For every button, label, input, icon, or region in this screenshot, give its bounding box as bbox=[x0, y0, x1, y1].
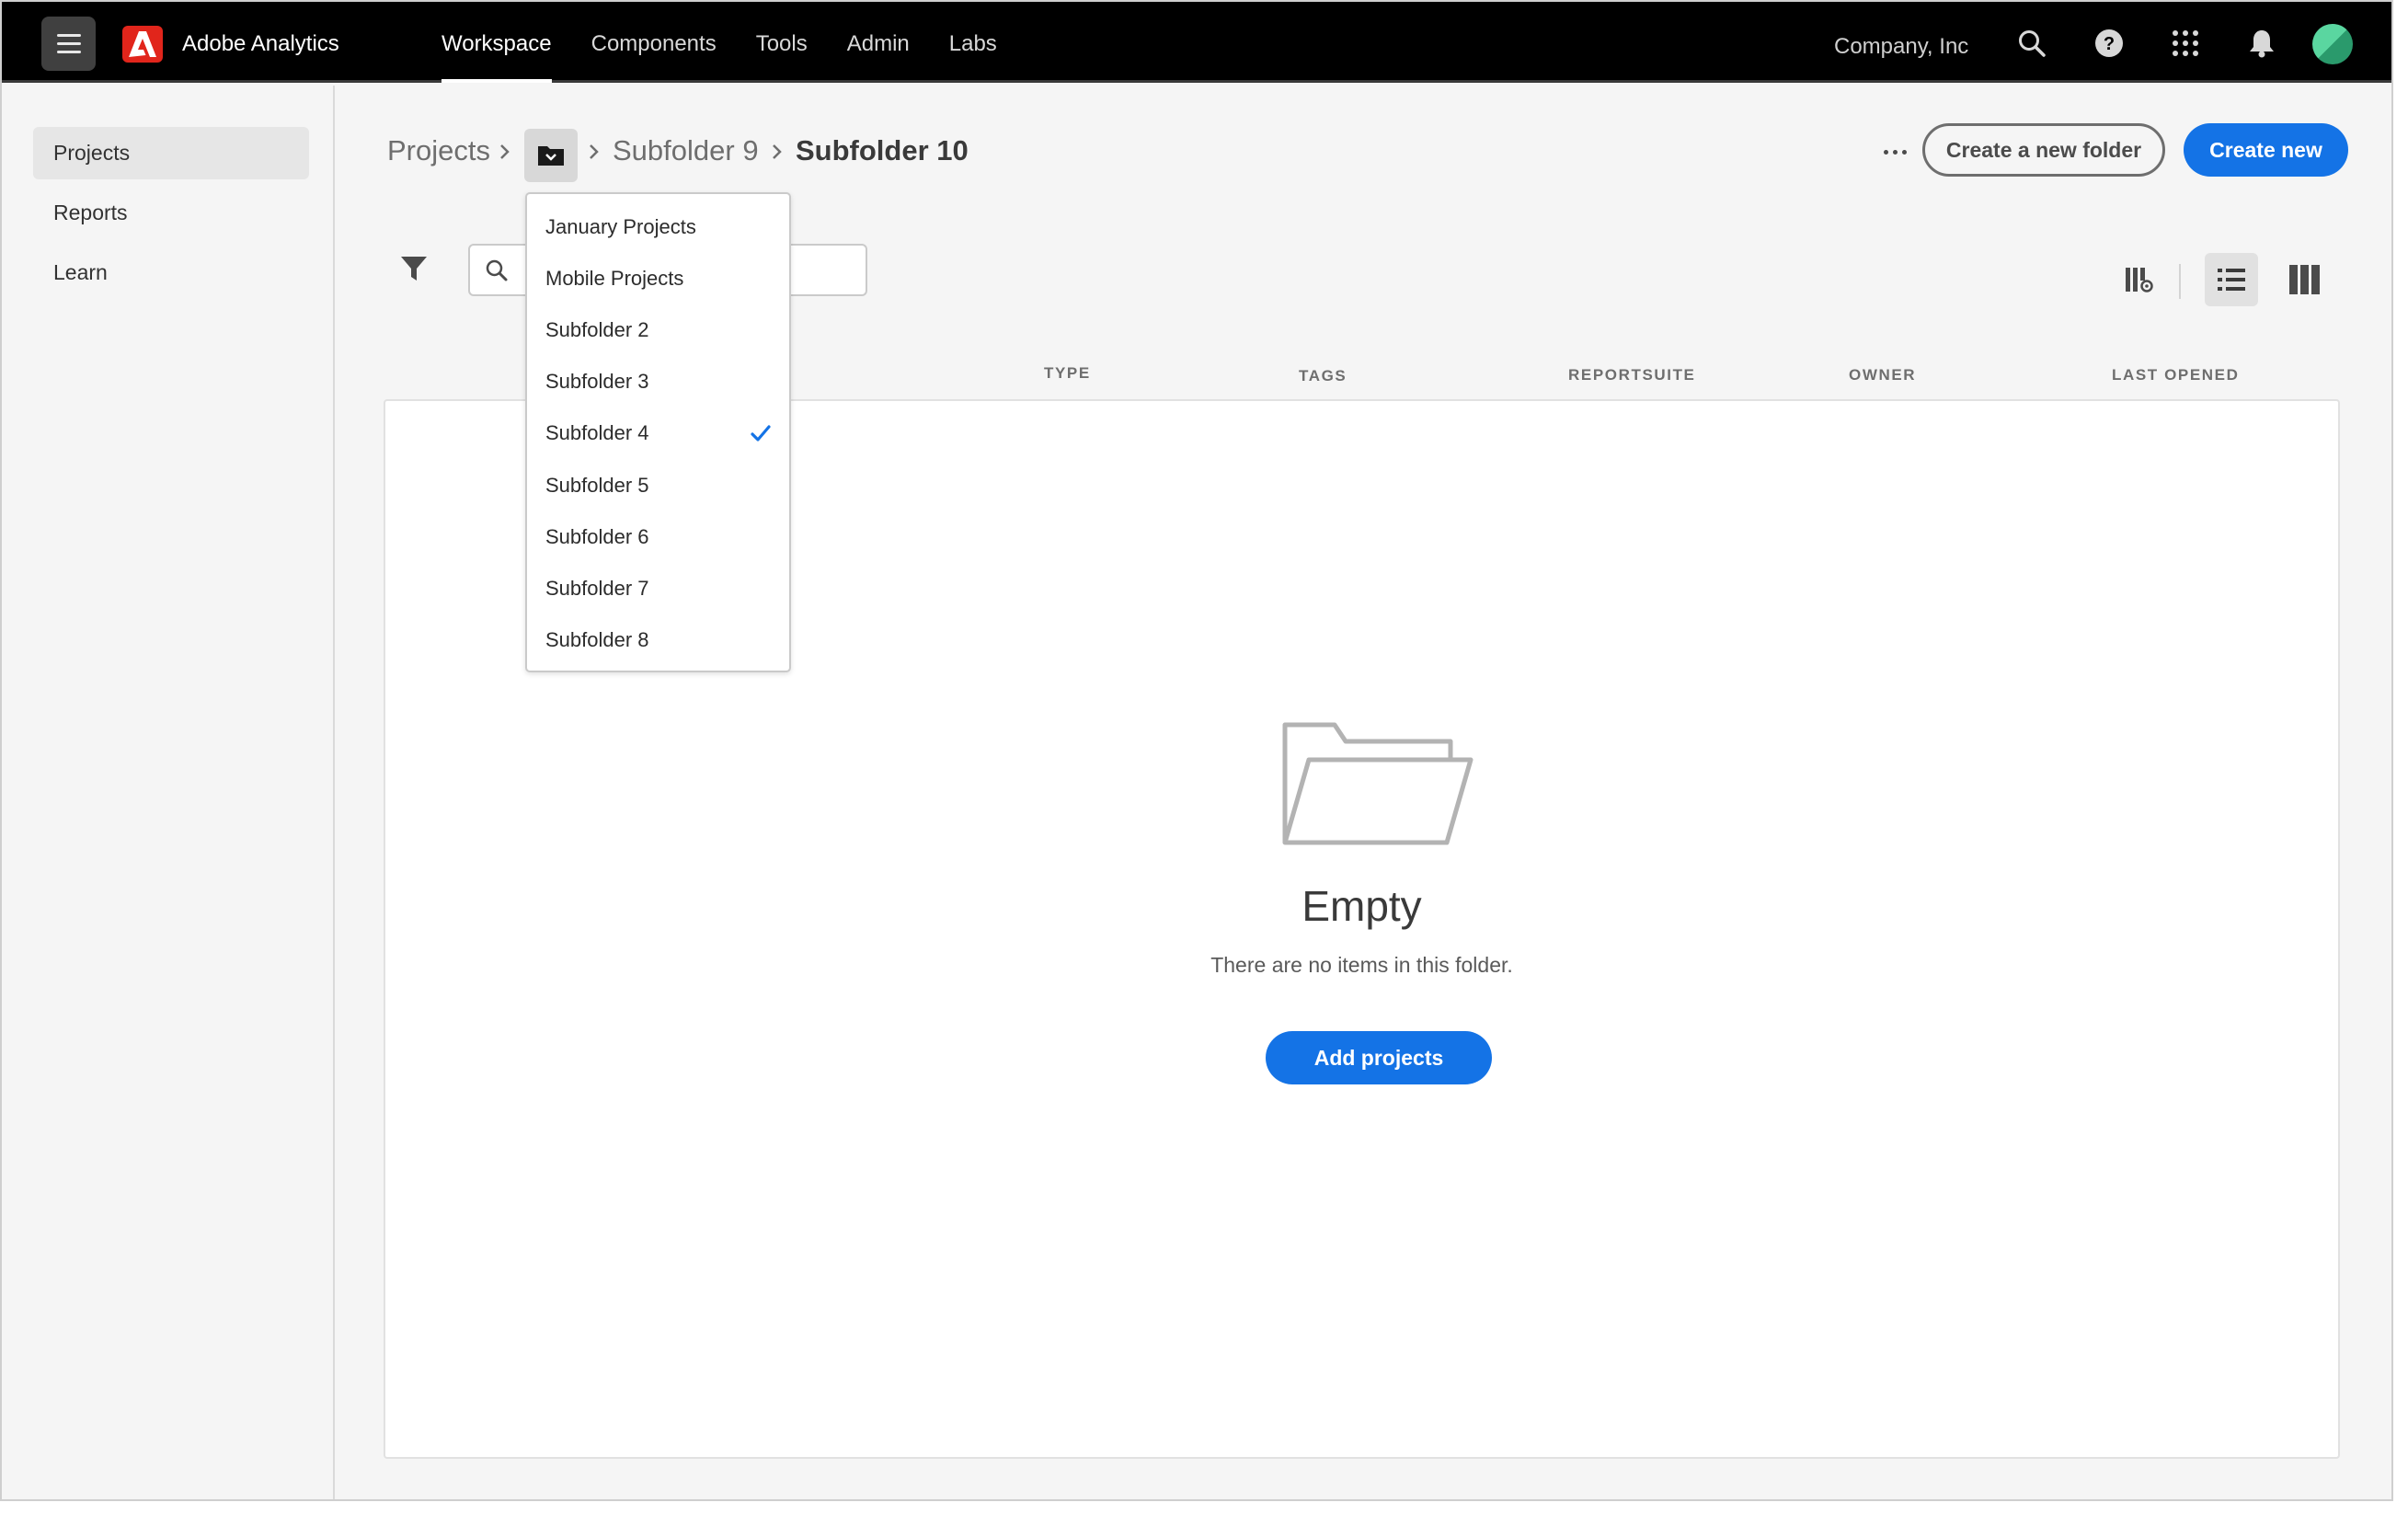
menu-item-label: January Projects bbox=[545, 215, 696, 238]
list-view-icon[interactable] bbox=[2205, 253, 2258, 306]
page-bottom-margin bbox=[0, 1501, 2408, 1514]
svg-text:?: ? bbox=[2104, 34, 2115, 54]
menu-item-january-projects[interactable]: January Projects bbox=[527, 201, 789, 253]
menu-item-label: Mobile Projects bbox=[545, 267, 684, 290]
app-name[interactable]: Adobe Analytics bbox=[182, 31, 339, 57]
menu-item-subfolder-2[interactable]: Subfolder 2 bbox=[527, 304, 789, 356]
column-header-last-opened[interactable]: LAST OPENED bbox=[2112, 366, 2240, 384]
empty-state-message: There are no items in this folder. bbox=[1210, 953, 1513, 977]
folder-dropdown-menu: January Projects Mobile Projects Subfold… bbox=[525, 192, 791, 672]
nav-item-components[interactable]: Components bbox=[591, 2, 717, 83]
sidebar-item-learn[interactable]: Learn bbox=[33, 247, 309, 299]
nav-item-labs[interactable]: Labs bbox=[949, 2, 997, 83]
adobe-logo-icon[interactable] bbox=[122, 26, 163, 63]
menu-item-subfolder-7[interactable]: Subfolder 7 bbox=[527, 563, 789, 614]
help-icon[interactable]: ? bbox=[2092, 26, 2127, 61]
menu-item-subfolder-4[interactable]: Subfolder 4 bbox=[527, 407, 789, 459]
left-sidebar: Projects Reports Learn bbox=[2, 86, 335, 1499]
column-header-reportsuite[interactable]: REPORTSUITE bbox=[1568, 366, 1696, 384]
menu-item-mobile-projects[interactable]: Mobile Projects bbox=[527, 253, 789, 304]
create-new-button[interactable]: Create new bbox=[2184, 123, 2348, 177]
menu-item-subfolder-6[interactable]: Subfolder 6 bbox=[527, 511, 789, 563]
chevron-right-icon bbox=[773, 144, 782, 159]
breadcrumb-current: Subfolder 10 bbox=[796, 134, 969, 166]
bell-icon[interactable] bbox=[2244, 26, 2279, 61]
chevron-right-icon bbox=[500, 144, 510, 159]
filter-icon[interactable] bbox=[399, 254, 429, 283]
column-view-icon[interactable] bbox=[2277, 253, 2331, 306]
folder-chevron-down-icon bbox=[538, 146, 564, 166]
view-separator bbox=[2179, 264, 2181, 299]
menu-item-label: Subfolder 7 bbox=[545, 577, 649, 600]
avatar[interactable] bbox=[2312, 24, 2353, 64]
apps-grid-icon[interactable] bbox=[2168, 26, 2203, 61]
column-header-tags[interactable]: TAGS bbox=[1299, 367, 1347, 385]
search-icon[interactable] bbox=[2014, 26, 2049, 61]
nav-item-tools[interactable]: Tools bbox=[756, 2, 808, 83]
chevron-right-icon bbox=[590, 144, 599, 159]
menu-item-subfolder-8[interactable]: Subfolder 8 bbox=[527, 614, 789, 666]
checkmark-icon bbox=[751, 425, 771, 442]
folder-dropdown-button[interactable] bbox=[524, 129, 578, 182]
column-header-type[interactable]: TYPE bbox=[1044, 364, 1091, 383]
empty-state-title: Empty bbox=[1301, 882, 1422, 930]
top-nav-bar: Adobe Analytics Workspace Components Too… bbox=[2, 2, 2391, 83]
column-header-owner[interactable]: OWNER bbox=[1849, 366, 1916, 384]
app-window: Adobe Analytics Workspace Components Too… bbox=[0, 0, 2393, 1501]
customize-columns-icon[interactable] bbox=[2113, 253, 2166, 306]
menu-item-label: Subfolder 5 bbox=[545, 474, 649, 497]
org-switcher[interactable]: Company, Inc bbox=[1834, 34, 1968, 60]
menu-item-label: Subfolder 4 bbox=[545, 421, 649, 444]
nav-item-admin[interactable]: Admin bbox=[847, 2, 910, 83]
create-folder-button[interactable]: Create a new folder bbox=[1922, 123, 2165, 177]
menu-item-label: Subfolder 6 bbox=[545, 525, 649, 548]
nav-item-workspace[interactable]: Workspace bbox=[441, 2, 552, 83]
sidebar-item-reports[interactable]: Reports bbox=[33, 187, 309, 239]
menu-item-subfolder-3[interactable]: Subfolder 3 bbox=[527, 356, 789, 407]
breadcrumb-parent[interactable]: Subfolder 9 bbox=[613, 134, 759, 167]
menu-item-subfolder-5[interactable]: Subfolder 5 bbox=[527, 460, 789, 511]
menu-item-label: Subfolder 3 bbox=[545, 370, 649, 393]
search-icon bbox=[486, 259, 508, 281]
more-actions-icon[interactable] bbox=[1878, 135, 1911, 168]
add-projects-button[interactable]: Add projects bbox=[1266, 1031, 1492, 1084]
sidebar-item-projects[interactable]: Projects bbox=[33, 127, 309, 179]
menu-item-label: Subfolder 2 bbox=[545, 318, 649, 341]
breadcrumb-projects[interactable]: Projects bbox=[387, 134, 490, 167]
empty-folder-icon bbox=[1282, 722, 1473, 845]
menu-item-label: Subfolder 8 bbox=[545, 628, 649, 651]
primary-nav: Workspace Components Tools Admin Labs bbox=[441, 2, 1037, 83]
hamburger-menu-icon[interactable] bbox=[41, 17, 96, 71]
